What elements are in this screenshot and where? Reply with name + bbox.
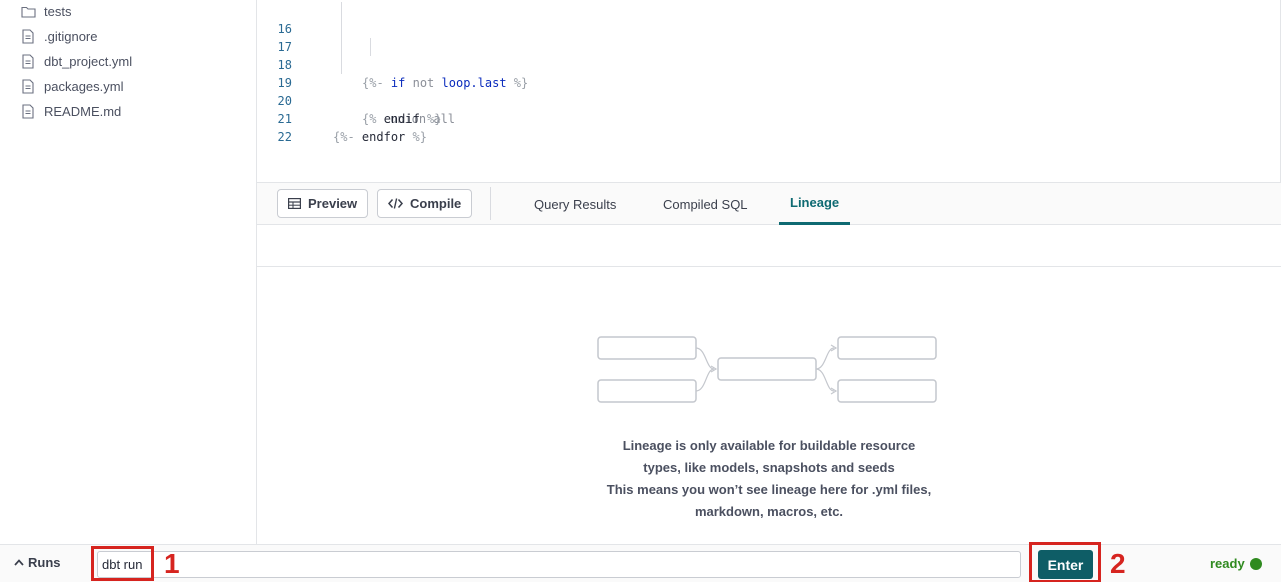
indent-guide xyxy=(341,56,342,74)
file-tree-label: packages.yml xyxy=(44,78,124,94)
indent-guide xyxy=(370,38,371,56)
file-tree-label: README.md xyxy=(44,103,122,119)
status-dot-icon xyxy=(1249,557,1262,570)
file-tree-label: dbt_project.yml xyxy=(44,53,133,69)
file-icon xyxy=(20,78,36,94)
file-icon xyxy=(20,53,36,69)
message-line: Lineage is only available for buildable … xyxy=(622,438,916,453)
compile-button-label: Compile xyxy=(410,196,462,211)
command-bar: Runs 1 Enter 2 ready xyxy=(0,542,1281,582)
code-line: 20 xyxy=(257,74,1280,108)
file-explorer-sidebar: tests .gitignore dbt_project.yml package… xyxy=(0,0,257,544)
folder-icon xyxy=(20,3,36,19)
code-icon xyxy=(388,198,403,209)
code-line: 21 {%- endfor %} xyxy=(257,92,1280,144)
file-tree-label: .gitignore xyxy=(44,28,98,44)
tab-query-results[interactable]: Query Results xyxy=(523,183,627,225)
code-line: 17 {%- if not loop.last %} xyxy=(257,20,1280,90)
preview-button-label: Preview xyxy=(308,196,358,211)
code-line: 22 xyxy=(257,110,1280,144)
preview-button[interactable]: Preview xyxy=(277,189,369,218)
table-icon xyxy=(288,198,301,209)
status-indicator: ready xyxy=(1210,556,1262,571)
lineage-placeholder-illustration xyxy=(597,336,937,403)
lineage-toolbar xyxy=(257,225,1281,267)
lineage-panel: Lineage is only available for buildable … xyxy=(257,267,1281,544)
code-line: 18 union all xyxy=(257,38,1280,126)
tab-lineage[interactable]: Lineage xyxy=(779,183,851,225)
file-tree-item-tests[interactable]: tests xyxy=(20,1,71,21)
code-line: 19 {% endif %} xyxy=(257,56,1280,126)
chevron-up-icon xyxy=(14,559,24,566)
code-line: 16 xyxy=(257,2,1280,36)
indent-guide xyxy=(341,20,342,38)
indent-guide xyxy=(341,38,342,56)
command-input[interactable] xyxy=(97,551,1021,578)
file-tree-item-dbt-project[interactable]: dbt_project.yml xyxy=(20,51,132,71)
annotation-label-1: 1 xyxy=(164,548,180,579)
file-tree-item-gitignore[interactable]: .gitignore xyxy=(20,26,97,46)
runs-toggle[interactable]: Runs xyxy=(14,555,61,570)
jinja-delimiter: {%- xyxy=(333,130,355,144)
message-line: markdown, macros, etc. xyxy=(694,504,844,519)
enter-button[interactable]: Enter xyxy=(1038,550,1093,579)
toolbar-divider xyxy=(490,187,491,220)
lineage-unavailable-message: Lineage is only available for buildable … xyxy=(257,435,1281,523)
file-icon xyxy=(20,28,36,44)
message-line: This means you won’t see lineage here fo… xyxy=(606,482,932,497)
runs-label: Runs xyxy=(28,555,61,570)
annotation-label-2: 2 xyxy=(1110,548,1126,579)
indent-guide xyxy=(341,2,342,20)
file-tree-item-packages[interactable]: packages.yml xyxy=(20,76,123,96)
line-number: 22 xyxy=(277,130,292,144)
compile-button[interactable]: Compile xyxy=(377,189,473,218)
file-tree-label: tests xyxy=(44,3,72,19)
code-editor[interactable]: 16 17 {%- if not loop.last %} 18 union a… xyxy=(257,0,1281,182)
file-icon xyxy=(20,103,36,119)
tab-compiled-sql[interactable]: Compiled SQL xyxy=(652,183,759,225)
jinja-delimiter: %} xyxy=(412,130,427,144)
message-line: types, like models, snapshots and seeds xyxy=(643,460,895,475)
results-tab-bar: Preview Compile Query Results Compiled S… xyxy=(257,182,1281,225)
file-tree-item-readme[interactable]: README.md xyxy=(20,101,121,121)
status-text: ready xyxy=(1210,556,1245,571)
code-text: {%- endfor %} xyxy=(333,128,427,146)
jinja-keyword: endfor xyxy=(361,130,406,144)
